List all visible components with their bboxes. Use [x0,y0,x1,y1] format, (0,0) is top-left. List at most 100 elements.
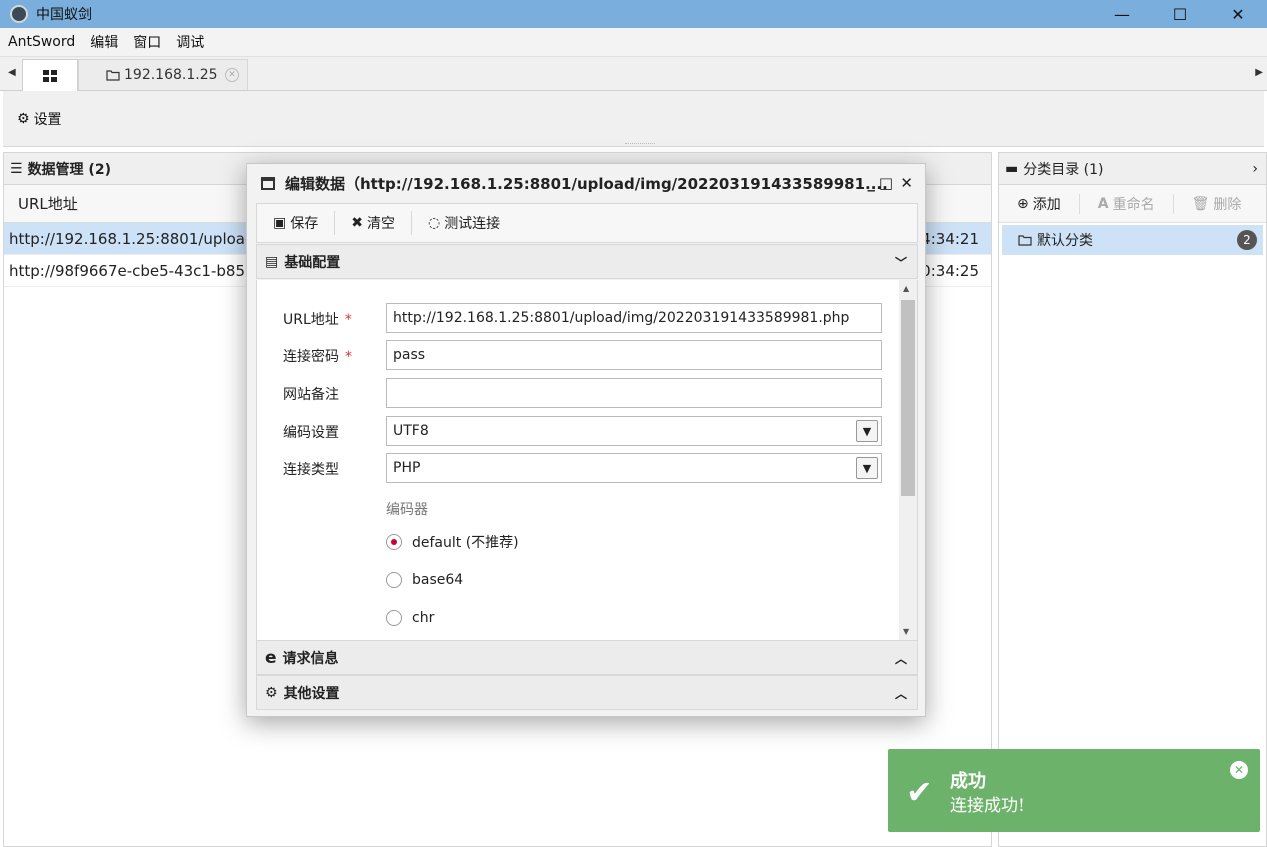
menu-bar: AntSword 编辑 窗口 调试 [0,28,1267,57]
dialog-close-icon[interactable]: ✕ [900,174,913,192]
scroll-down-icon[interactable]: ▼ [903,627,909,636]
data-panel-title: 数据管理 (2) [27,161,111,178]
category-count-badge: 2 [1237,230,1257,250]
tab-scroll-right-icon[interactable]: ▶ [1255,67,1263,78]
menu-debug[interactable]: 调试 [176,32,204,52]
tab-bar: ◀ 192.168.1.25 ✕ ▶ [0,57,1267,91]
divider [1172,193,1174,214]
section-request-info[interactable]: e 请求信息 ︿ [256,640,918,675]
grid-icon [43,69,57,82]
gears-icon: ⚙ [265,684,278,701]
chevron-down-icon[interactable]: ▼ [856,420,878,442]
tab-scroll-left-icon[interactable]: ◀ [8,67,16,78]
category-item-default[interactable]: 默认分类 2 [1002,225,1263,255]
folder-icon: ▬ [1005,160,1019,177]
radio-unselected[interactable] [386,610,402,626]
window-titlebar: 中国蚁剑 — ☐ ✕ [0,0,1267,28]
tab-host-label: 192.168.1.25 [124,67,218,83]
radio-unselected[interactable] [386,572,402,588]
encoding-row: 编码设置 UTF8 ▼ [257,416,897,446]
basic-config-form: URL地址 * http://192.168.1.25:8801/upload/i… [256,280,918,640]
toast-title: 成功 [950,771,986,792]
list-icon: ☰ [10,160,23,177]
x-icon: ✖ [351,215,363,231]
settings-button[interactable]: ⚙ 设置 [17,109,62,129]
resize-grip[interactable] [625,143,655,146]
delete-category-button[interactable]: 🗑 删除 [1192,194,1242,214]
note-label: 网站备注 [283,387,339,403]
required-mark: * [344,312,352,328]
rename-category-button[interactable]: A 重命名 [1098,194,1155,214]
category-name: 默认分类 [1037,233,1093,249]
url-label: URL地址 [283,312,339,328]
save-button[interactable]: ▣ 保存 [273,213,318,233]
menu-window[interactable]: 窗口 [133,32,161,52]
folder-icon [106,70,120,81]
password-label: 连接密码 [283,349,339,365]
dialog-maximize-icon[interactable]: □ [879,174,893,192]
toast-message: 连接成功! [950,796,1025,816]
password-input[interactable]: pass [386,340,882,370]
dialog-titlebar[interactable]: 编辑数据（http://192.168.1.25:8801/upload/img… [247,164,925,202]
minimize-button[interactable]: — [1093,0,1151,28]
clear-button[interactable]: ✖ 清空 [351,213,395,233]
divider [334,211,336,235]
tab-close-icon[interactable]: ✕ [225,68,239,82]
encoder-option-default[interactable]: default (不推荐) [386,531,519,553]
toast-close-icon[interactable]: ✕ [1230,761,1248,779]
chevron-up-icon: ︿ [894,687,907,701]
check-icon: ✔ [906,773,933,811]
trash-icon: 🗑 [1191,195,1210,212]
row-url: http://192.168.1.25:8801/upload/ [9,229,260,248]
menu-edit[interactable]: 编辑 [90,32,118,52]
connection-type-select[interactable]: PHP ▼ [386,453,882,483]
antsword-logo-icon [10,5,28,23]
dialog-minimize-icon[interactable]: _ [868,174,876,192]
encoding-label: 编码设置 [283,425,339,441]
encoder-option-base64[interactable]: base64 [386,569,463,591]
test-connection-button[interactable]: ◌ 测试连接 [428,213,500,233]
file-icon: ▤ [265,253,279,270]
category-toolbar: ⊕ 添加 A 重命名 🗑 删除 [999,185,1266,223]
menu-antsword[interactable]: AntSword [8,34,75,50]
add-category-button[interactable]: ⊕ 添加 [1017,194,1061,214]
password-row: 连接密码 * pass [257,340,897,370]
divider [410,211,412,235]
form-scrollbar[interactable]: ▲ ▼ [899,280,917,640]
row-time: 0:34:25 [921,261,979,280]
type-label: 连接类型 [283,462,339,478]
category-panel-header: ▬ 分类目录 (1) › [999,153,1266,185]
main-toolbar: ⚙ 设置 [3,91,1264,147]
scroll-up-icon[interactable]: ▲ [903,284,909,293]
divider [1078,193,1080,214]
encoder-title: 编码器 [386,502,428,518]
window-icon [261,176,275,190]
font-icon: A [1097,195,1109,212]
folder-icon [1018,235,1032,246]
row-time: 4:34:21 [921,229,979,248]
note-input[interactable] [386,378,882,408]
floppy-icon: ▣ [273,215,287,231]
radio-selected[interactable] [386,534,402,550]
chevron-down-icon[interactable]: ▼ [856,457,878,479]
note-row: 网站备注 [257,378,897,408]
dialog-title: 编辑数据（http://192.168.1.25:8801/upload/img… [285,174,888,193]
category-panel: ▬ 分类目录 (1) › ⊕ 添加 A 重命名 🗑 删除 默认分类 2 [998,152,1267,847]
url-input[interactable]: http://192.168.1.25:8801/upload/img/2022… [386,303,882,333]
category-panel-title: 分类目录 (1) [1023,161,1104,178]
tab-host[interactable]: 192.168.1.25 ✕ [78,59,248,90]
edge-icon: e [265,647,277,668]
encoding-select[interactable]: UTF8 ▼ [386,416,882,446]
type-row: 连接类型 PHP ▼ [257,453,897,483]
tab-home[interactable] [22,59,78,91]
encoder-option-chr[interactable]: chr [386,607,434,629]
section-basic-config[interactable]: ▤ 基础配置 ﹀ [256,244,918,279]
settings-label: 设置 [33,111,62,128]
required-mark: * [345,349,352,365]
maximize-button[interactable]: ☐ [1151,0,1209,28]
close-window-button[interactable]: ✕ [1209,0,1267,28]
section-other-settings[interactable]: ⚙ 其他设置 ︿ [256,675,918,710]
chevron-right-icon[interactable]: › [1252,161,1258,177]
chevron-up-icon: ︿ [894,652,907,666]
scroll-thumb[interactable] [901,300,915,496]
